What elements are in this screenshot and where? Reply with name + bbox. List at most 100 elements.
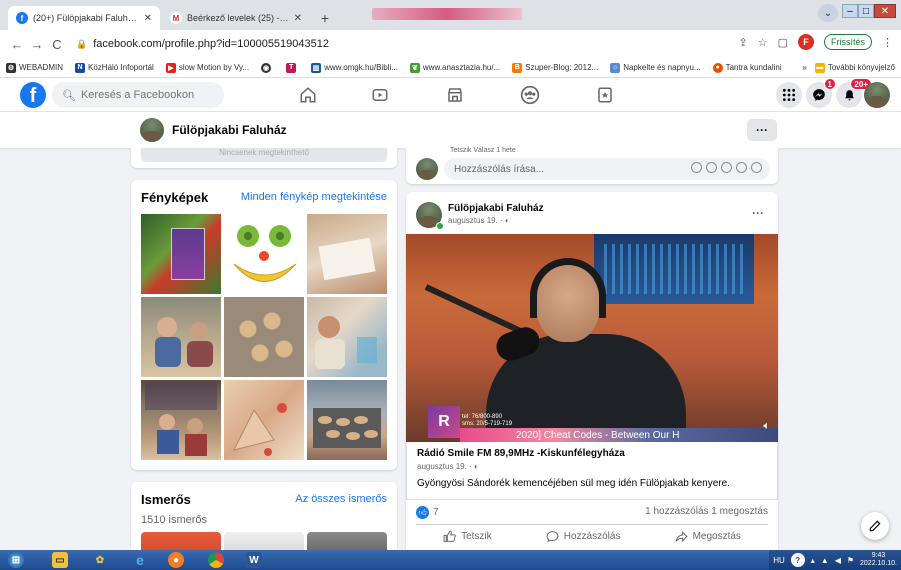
tab-title: Beérkező levelek (25) - ikszfülöp <box>187 13 290 23</box>
start-button[interactable]: ⊞ <box>8 552 24 568</box>
marketplace-icon[interactable] <box>443 85 467 105</box>
flag-icon[interactable]: ⚑ <box>847 556 854 565</box>
bookmark-item[interactable]: ◉ <box>261 62 274 73</box>
share-button[interactable]: Megosztás <box>675 530 741 543</box>
home-icon[interactable] <box>296 85 320 105</box>
new-message-button[interactable] <box>861 512 889 540</box>
post-date[interactable]: augusztus 19. · ◐ <box>448 216 510 225</box>
photo-thumbnail[interactable] <box>224 380 304 460</box>
reactions-summary[interactable]: 👍︎ 7 <box>416 506 439 519</box>
volume-icon[interactable]: 🔈︎ <box>763 420 770 433</box>
groups-icon[interactable] <box>518 85 542 105</box>
menu-grid-icon[interactable] <box>776 82 802 108</box>
refresh-button[interactable]: Frissítés <box>823 34 872 50</box>
shared-link-title[interactable]: Rádió Smile FM 89,9MHz -Kiskunfélegyháza <box>417 448 625 459</box>
profile-avatar[interactable]: F <box>797 34 814 50</box>
gif-icon[interactable] <box>736 162 747 173</box>
photo-thumbnail[interactable] <box>141 297 221 377</box>
notifications-button[interactable]: 20+ <box>836 78 872 108</box>
bookmark-item[interactable]: ❦ www.anasztazia.hu/... <box>409 62 500 73</box>
sticker2-icon[interactable] <box>751 162 762 173</box>
bookmark-item[interactable]: ▥ www.omgk.hu/Bibli... <box>311 62 398 73</box>
clock[interactable]: 9:43 2022.10.10. <box>860 552 897 568</box>
gaming-icon[interactable] <box>593 85 617 105</box>
language-indicator[interactable]: HU <box>773 556 785 565</box>
photo-thumbnail[interactable] <box>307 380 387 460</box>
menu-icon[interactable]: ⋮ <box>882 36 893 49</box>
bookmark-item[interactable]: ▶ slow Motion by Vy... <box>165 62 249 73</box>
shared-link-info[interactable]: Rádió Smile FM 89,9MHz -Kiskunfélegyháza… <box>406 442 778 500</box>
photo-thumbnail[interactable] <box>224 297 304 377</box>
bookmark-item[interactable]: B Szuper-Blog: 2012... <box>512 62 598 73</box>
photo-thumbnail[interactable] <box>141 380 221 460</box>
friends-title: Ismerős <box>141 492 191 507</box>
flower-icon[interactable]: ✿ <box>92 552 108 568</box>
see-all-photos-link[interactable]: Minden fénykép megtekintése <box>241 191 387 203</box>
profile-avatar-small[interactable] <box>140 118 164 142</box>
search-input[interactable] <box>80 89 221 101</box>
minimize-button[interactable]: – <box>842 4 858 18</box>
messenger-button[interactable]: 1 <box>806 78 836 108</box>
network-icon[interactable]: ▲ <box>821 556 829 565</box>
bookmark-item[interactable]: ☼ Napkelte és napnyu... <box>610 62 701 73</box>
see-all-friends-link[interactable]: Az összes ismerős <box>295 493 387 505</box>
post-author-name[interactable]: Fülöpjakabi Faluház <box>448 203 544 214</box>
photo-thumbnail[interactable] <box>307 214 387 294</box>
gmail-icon: M <box>170 12 182 24</box>
firefox-icon[interactable]: ● <box>168 552 184 568</box>
circle-icon: ● <box>712 62 723 73</box>
search-box[interactable]: 🔍︎ <box>52 82 224 108</box>
post-more-button[interactable]: ··· <box>752 206 764 220</box>
new-tab-button[interactable]: + <box>316 9 334 27</box>
emoji-icon[interactable] <box>706 162 717 173</box>
internet-explorer-icon[interactable]: e <box>132 552 148 568</box>
volume-icon[interactable]: ◀ <box>835 556 841 565</box>
watch-icon[interactable] <box>368 85 392 105</box>
help-icon[interactable]: ? <box>790 553 805 567</box>
back-icon[interactable]: ← <box>8 37 26 52</box>
comment-share-counts[interactable]: 1 hozzászólás 1 megosztás <box>645 506 768 517</box>
bookmark-item[interactable]: T <box>286 62 299 73</box>
bookmark-item[interactable]: ⚙ WEBADMIN <box>6 62 63 73</box>
profile-more-button[interactable]: ··· <box>747 119 777 141</box>
reload-icon[interactable]: C <box>48 37 66 52</box>
arrow-icon[interactable]: ▴ <box>811 556 815 565</box>
video-player[interactable]: R 2020] Cheat Codes - Between Our H tel:… <box>406 234 778 442</box>
other-bookmarks[interactable]: ▬ További könyvjelző <box>814 62 895 73</box>
video-phone-text: tel: 76/800-890 sms: 20/5-719-719 <box>462 414 513 427</box>
photo-thumbnail[interactable] <box>224 214 304 294</box>
comment-input[interactable]: Hozzászólás írása... <box>444 158 770 180</box>
chrome-icon[interactable] <box>208 552 224 568</box>
folder-icon[interactable]: ▭ <box>52 552 68 568</box>
profile-name[interactable]: Fülöpjakabi Faluház <box>172 123 287 137</box>
previous-card-button[interactable]: Nincsenek megtekinthető <box>141 148 387 162</box>
bookmark-item[interactable]: N KözHáló Infoportál <box>75 62 154 73</box>
t-icon: T <box>286 62 297 73</box>
comment-button[interactable]: Hozzászólás <box>546 530 620 543</box>
star-icon[interactable]: ☆ <box>758 36 768 49</box>
tab-facebook[interactable]: f (20+) Fülöpjakabi Faluház | Facel ✕ <box>8 6 160 30</box>
share-icon[interactable]: ⇪ <box>738 36 747 49</box>
facebook-logo-icon[interactable]: f <box>20 82 46 108</box>
camera-icon[interactable] <box>721 162 732 173</box>
tab-gmail[interactable]: M Beérkező levelek (25) - ikszfülöp ✕ <box>162 6 310 30</box>
comment-placeholder: Hozzászólás írása... <box>454 163 545 175</box>
account-avatar[interactable] <box>864 82 890 108</box>
word-icon[interactable]: W <box>246 552 262 568</box>
sidebar-icon[interactable]: ▢ <box>778 36 788 49</box>
globe-icon: ◐ <box>473 462 479 471</box>
bookmark-item[interactable]: ● Tantra kundalini <box>712 62 782 73</box>
url-field[interactable]: 🔒 facebook.com/profile.php?id=1000055190… <box>76 38 329 50</box>
close-icon[interactable]: ✕ <box>144 13 152 24</box>
photo-thumbnail[interactable] <box>307 297 387 377</box>
forward-icon[interactable]: → <box>28 37 46 52</box>
sticker-icon[interactable] <box>691 162 702 173</box>
more-bookmarks[interactable]: » <box>802 63 806 72</box>
like-button[interactable]: Tetszik <box>443 530 492 543</box>
photo-thumbnail[interactable] <box>141 214 221 294</box>
close-icon[interactable]: ✕ <box>294 13 302 24</box>
chevron-down-icon[interactable]: ⌄ <box>818 4 838 22</box>
maximize-button[interactable]: □ <box>858 4 874 18</box>
messenger-icon <box>813 89 825 101</box>
close-window-button[interactable]: ✕ <box>874 4 896 18</box>
